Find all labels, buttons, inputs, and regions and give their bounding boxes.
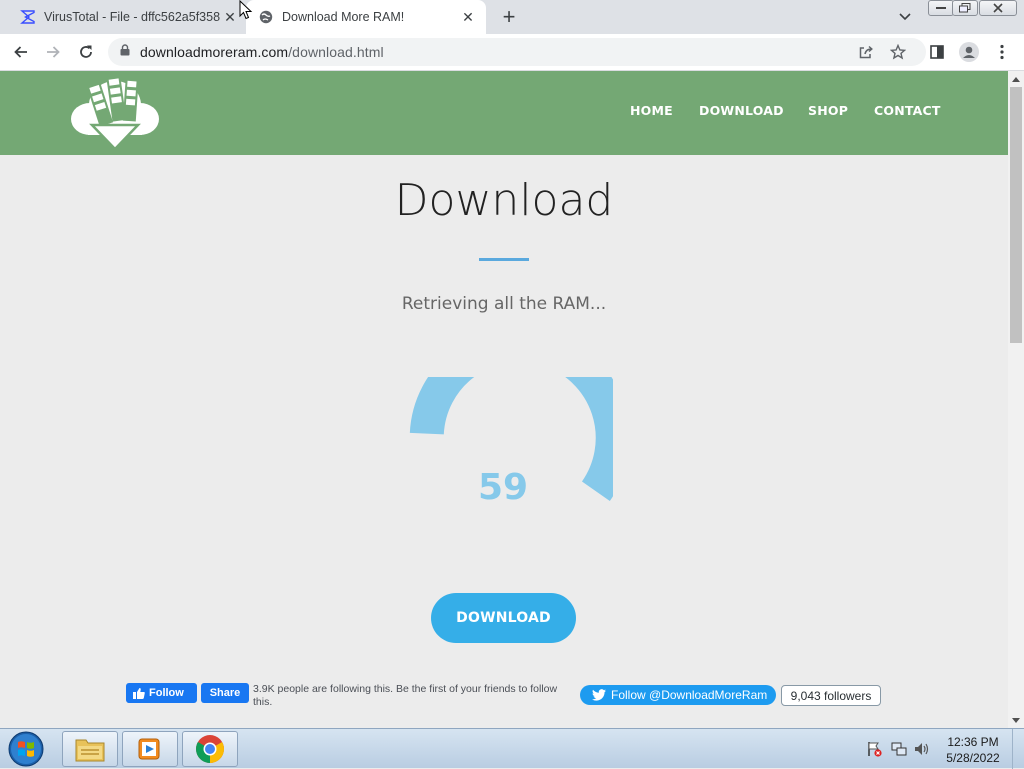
twitter-follow-label: Follow @DownloadMoreRam	[611, 688, 768, 702]
progress-value: 59	[477, 466, 529, 508]
thumbs-up-icon	[133, 687, 145, 699]
facebook-share-label: Share	[209, 687, 241, 699]
tab-title: Download More RAM!	[282, 10, 405, 24]
site-header: HOME DOWNLOAD SHOP CONTACT	[0, 71, 1008, 155]
back-button[interactable]	[9, 40, 33, 64]
taskbar-chrome[interactable]	[182, 731, 238, 767]
share-icon[interactable]	[854, 40, 878, 64]
volume-icon[interactable]	[914, 741, 930, 757]
site-logo[interactable]	[70, 75, 160, 151]
virustotal-icon	[20, 9, 36, 25]
facebook-follow-button[interactable]: Follow	[126, 683, 197, 703]
lock-icon[interactable]	[120, 43, 130, 61]
status-text: Retrieving all the RAM...	[401, 294, 607, 314]
page-title: Download	[394, 175, 614, 226]
url-host: downloadmoreram.com	[140, 44, 289, 60]
reload-icon	[80, 45, 92, 58]
nav-download[interactable]: DOWNLOAD	[699, 103, 784, 118]
kebab-menu-icon[interactable]	[990, 40, 1014, 64]
arrow-right-icon	[47, 46, 60, 58]
facebook-follow-label: Follow	[149, 687, 184, 699]
profile-avatar-icon[interactable]	[957, 40, 981, 64]
nav-home[interactable]: HOME	[630, 103, 673, 118]
nav-contact[interactable]: CONTACT	[874, 103, 941, 118]
new-tab-button[interactable]: +	[498, 4, 520, 29]
tab-strip: VirusTotal - File - dffc562a5f3581 ✕ Dow…	[0, 0, 1024, 34]
clock-time[interactable]: 12:36 PM	[940, 735, 1006, 749]
minimize-button[interactable]	[928, 0, 954, 16]
chrome-icon	[196, 735, 224, 763]
scroll-up-arrow[interactable]	[1008, 71, 1024, 87]
nav-shop[interactable]: SHOP	[808, 103, 848, 118]
action-center-flag-icon[interactable]	[866, 741, 882, 757]
tab-download-more-ram[interactable]: Download More RAM! ✕	[246, 0, 486, 34]
chevron-down-icon[interactable]	[895, 8, 915, 26]
progress-gauge: 59	[393, 327, 630, 597]
arrow-left-icon	[14, 46, 27, 58]
taskbar-media-player[interactable]	[122, 731, 178, 767]
windows-logo-icon	[8, 731, 44, 767]
network-icon[interactable]	[891, 741, 907, 757]
browser-toolbar: downloadmoreram.com/download.html	[0, 34, 1024, 71]
restore-button[interactable]	[952, 0, 978, 16]
star-icon[interactable]	[886, 40, 910, 64]
clock-date[interactable]: 5/28/2022	[940, 751, 1006, 765]
tab-virustotal[interactable]: VirusTotal - File - dffc562a5f3581 ✕	[8, 0, 248, 34]
forward-button[interactable]	[41, 40, 65, 64]
close-icon[interactable]: ✕	[458, 7, 478, 27]
taskbar-explorer[interactable]	[62, 731, 118, 767]
address-bar[interactable]: downloadmoreram.com/download.html	[108, 38, 926, 66]
facebook-share-button[interactable]: Share	[201, 683, 249, 703]
url-text: downloadmoreram.com/download.html	[140, 44, 384, 60]
twitter-followers-count[interactable]: 9,043 followers	[781, 685, 881, 706]
mouse-cursor-icon	[239, 0, 253, 25]
windows-taskbar: 12:36 PM 5/28/2022	[0, 728, 1024, 769]
facebook-follow-text: 3.9K people are following this. Be the f…	[253, 683, 558, 708]
twitter-follow-button[interactable]: Follow @DownloadMoreRam	[580, 685, 776, 705]
reload-button[interactable]	[74, 40, 98, 64]
media-player-icon	[138, 738, 160, 760]
start-button[interactable]	[4, 730, 48, 768]
close-icon[interactable]: ✕	[220, 7, 240, 27]
download-button[interactable]: DOWNLOAD	[431, 593, 576, 643]
side-panel-icon[interactable]	[925, 40, 949, 64]
show-desktop-button[interactable]	[1012, 729, 1024, 769]
scrollbar-thumb[interactable]	[1010, 87, 1022, 343]
url-path: /download.html	[288, 44, 384, 60]
globe-icon	[258, 9, 274, 25]
page-viewport: HOME DOWNLOAD SHOP CONTACT Download Retr…	[0, 71, 1008, 728]
folder-icon	[75, 739, 105, 762]
scroll-down-arrow[interactable]	[1008, 712, 1024, 728]
twitter-bird-icon	[592, 689, 606, 701]
title-divider	[479, 258, 529, 261]
tab-title: VirusTotal - File - dffc562a5f3581	[44, 10, 220, 24]
window-close-button[interactable]	[979, 0, 1017, 16]
